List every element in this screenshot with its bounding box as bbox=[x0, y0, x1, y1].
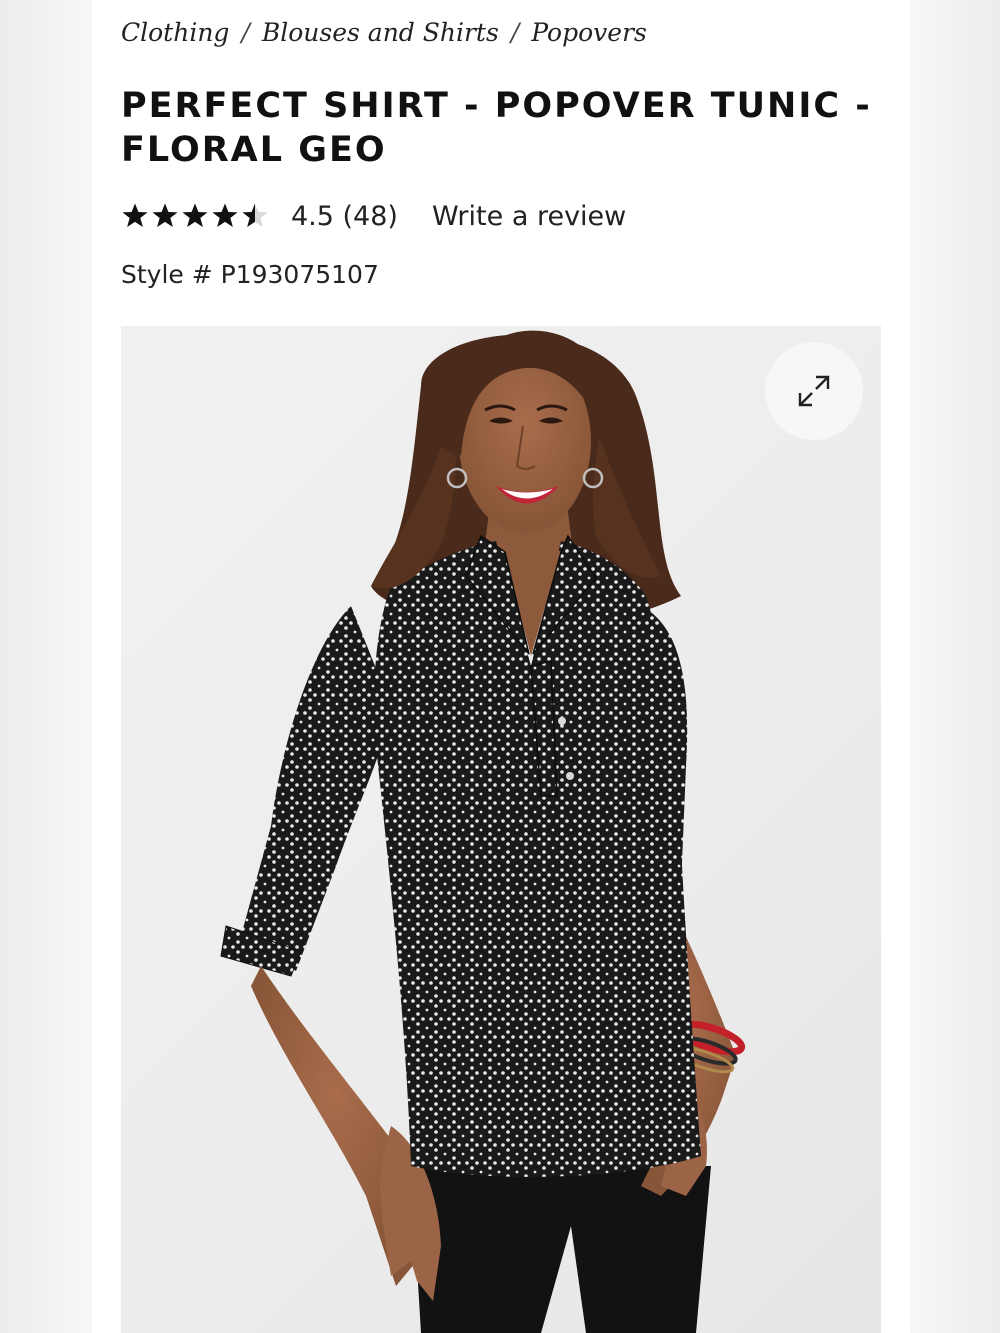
breadcrumb-item-blouses-and-shirts[interactable]: Blouses and Shirts bbox=[262, 18, 499, 47]
breadcrumb-item-popovers[interactable]: Popovers bbox=[531, 18, 647, 47]
write-review-link[interactable]: Write a review bbox=[432, 201, 626, 232]
left-sleeve bbox=[241, 606, 391, 971]
rating-row: 4.5 (48) Write a review bbox=[121, 196, 626, 236]
pants bbox=[411, 1166, 711, 1333]
star-icon bbox=[212, 203, 238, 227]
star-icon bbox=[242, 203, 268, 227]
breadcrumb: Clothing / Blouses and Shirts / Popovers bbox=[121, 18, 647, 47]
breadcrumb-separator: / bbox=[241, 18, 250, 47]
expand-image-button[interactable] bbox=[765, 342, 863, 440]
style-number: Style # P193075107 bbox=[121, 260, 379, 289]
breadcrumb-separator: / bbox=[510, 18, 520, 47]
left-margin bbox=[0, 0, 92, 1333]
star-icon bbox=[182, 203, 208, 227]
star-icon bbox=[122, 203, 148, 227]
product-image[interactable] bbox=[121, 326, 881, 1333]
model-illustration bbox=[220, 330, 746, 1333]
right-margin bbox=[908, 0, 1000, 1333]
expand-arrows-icon bbox=[798, 375, 830, 407]
rating-summary[interactable]: 4.5 (48) bbox=[291, 201, 398, 232]
star-rating[interactable] bbox=[121, 202, 269, 230]
product-title: Perfect Shirt - Popover Tunic - Floral G… bbox=[121, 86, 872, 170]
star-icon bbox=[152, 203, 178, 227]
product-page: Clothing / Blouses and Shirts / Popovers Per… bbox=[92, 0, 910, 1333]
breadcrumb-item-clothing[interactable]: Clothing bbox=[121, 18, 229, 47]
